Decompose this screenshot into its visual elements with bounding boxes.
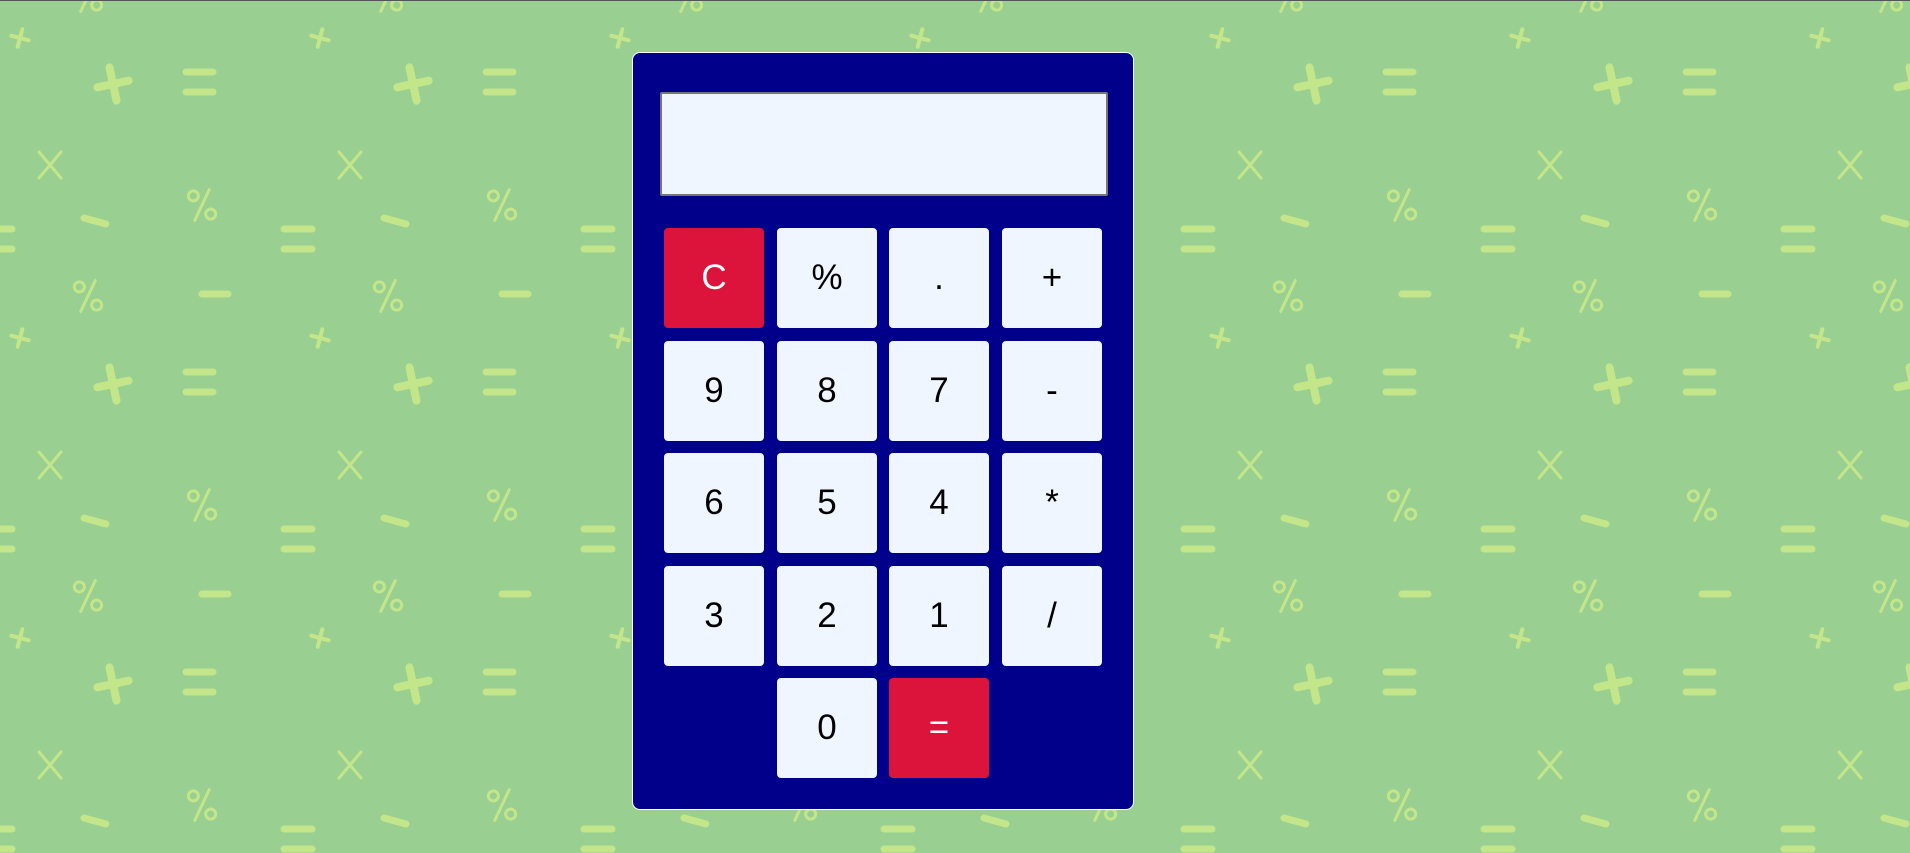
digit-5-button[interactable]: 5 <box>777 453 877 553</box>
digit-0-button[interactable]: 0 <box>777 678 877 778</box>
multiply-button[interactable]: * <box>1002 453 1102 553</box>
decimal-button[interactable]: . <box>889 228 989 328</box>
divide-button[interactable]: / <box>1002 566 1102 666</box>
digit-9-button[interactable]: 9 <box>664 341 764 441</box>
calculator: C % . + 9 8 7 - 6 5 4 * 3 2 1 / 0 = <box>632 52 1134 810</box>
digit-4-button[interactable]: 4 <box>889 453 989 553</box>
percent-button[interactable]: % <box>777 228 877 328</box>
top-border-line <box>0 0 1910 1</box>
plus-button[interactable]: + <box>1002 228 1102 328</box>
digit-2-button[interactable]: 2 <box>777 566 877 666</box>
digit-6-button[interactable]: 6 <box>664 453 764 553</box>
digit-8-button[interactable]: 8 <box>777 341 877 441</box>
digit-7-button[interactable]: 7 <box>889 341 989 441</box>
clear-button[interactable]: C <box>664 228 764 328</box>
digit-3-button[interactable]: 3 <box>664 566 764 666</box>
minus-button[interactable]: - <box>1002 341 1102 441</box>
digit-1-button[interactable]: 1 <box>889 566 989 666</box>
equals-button[interactable]: = <box>889 678 989 778</box>
calculator-display[interactable] <box>660 92 1108 196</box>
